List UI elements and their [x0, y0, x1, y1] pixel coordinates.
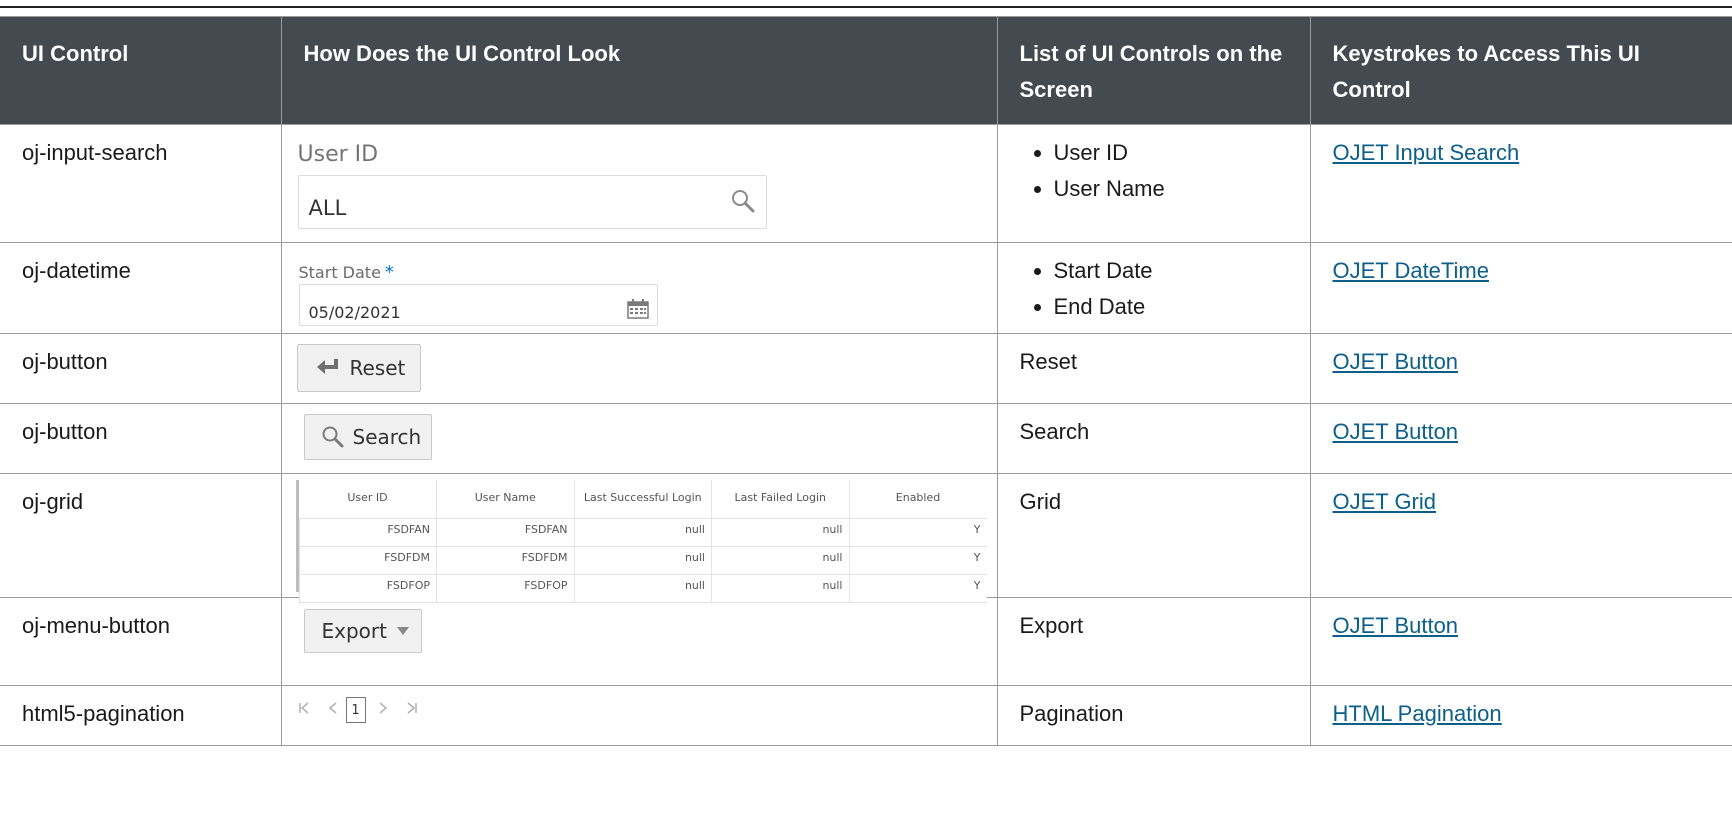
table-row: oj-button Reset Reset OJET Button	[0, 333, 1732, 404]
input-search-label: User ID	[297, 142, 379, 167]
grid-cell: null	[573, 517, 712, 547]
table-header-row: UI Control How Does the UI Control Look …	[0, 16, 1732, 125]
header-ui-control: UI Control	[0, 16, 282, 125]
grid-cell: null	[711, 517, 850, 547]
grid-column-header[interactable]: Enabled	[848, 480, 987, 519]
grid-cell: Y	[848, 545, 987, 575]
input-search-value: ALL	[308, 196, 347, 220]
preview-search-button: Search	[280, 403, 998, 474]
grid-cell: FSDFAN	[436, 517, 575, 547]
control-name: oj-menu-button	[0, 597, 282, 686]
preview-pagination: 1	[280, 685, 998, 746]
preview-input-search: User ID ALL	[280, 124, 998, 243]
reset-arrow-icon	[316, 358, 342, 378]
search-button[interactable]: Search	[303, 414, 432, 460]
table-row: oj-grid User ID User Name Last Successfu…	[0, 473, 1732, 603]
keystroke-link[interactable]: OJET Grid	[1333, 489, 1437, 514]
grid-table: User ID User Name Last Successful Login …	[298, 480, 987, 603]
controls-text: Export	[996, 597, 1311, 686]
control-name: html5-pagination	[0, 685, 282, 746]
search-button-label: Search	[352, 425, 422, 449]
keystroke-cell: OJET Grid	[1309, 473, 1732, 598]
grid-column-header[interactable]: User Name	[436, 480, 575, 519]
header-keystrokes: Keystrokes to Access This UI Control	[1309, 16, 1732, 125]
list-item: End Date	[1054, 289, 1294, 325]
control-name: oj-button	[0, 333, 282, 404]
control-name: oj-input-search	[0, 124, 282, 243]
pagination: 1	[298, 696, 418, 724]
header-controls-list: List of UI Controls on the Screen	[996, 16, 1311, 125]
grid-cell: FSDFDM	[298, 545, 437, 575]
controls-text: Reset	[996, 333, 1311, 404]
table-row: html5-pagination 1 Pagination HTML Pagin…	[0, 685, 1732, 746]
controls-text: Search	[996, 403, 1311, 474]
keystroke-link[interactable]: OJET DateTime	[1333, 258, 1489, 283]
keystroke-cell: OJET Button	[1309, 597, 1732, 686]
keystroke-link[interactable]: OJET Button	[1333, 613, 1459, 638]
datetime-value: 05/02/2021	[308, 303, 401, 322]
datetime-field[interactable]: 05/02/2021	[298, 284, 658, 326]
mini-grid[interactable]: User ID User Name Last Successful Login …	[295, 480, 989, 603]
calendar-icon[interactable]	[626, 294, 649, 330]
table-row: oj-menu-button Export Export OJET Button	[0, 597, 1732, 686]
list-item: User Name	[1054, 171, 1294, 207]
next-page-icon[interactable]	[378, 692, 388, 728]
first-page-icon[interactable]	[298, 692, 310, 728]
keystroke-link[interactable]: OJET Input Search	[1333, 140, 1520, 165]
export-button-label: Export	[321, 619, 387, 643]
required-mark: *	[384, 262, 394, 283]
keystroke-cell: OJET Input Search	[1309, 124, 1732, 243]
keystroke-cell: HTML Pagination	[1309, 685, 1732, 746]
control-name: oj-grid	[0, 473, 282, 598]
grid-cell: FSDFDM	[436, 545, 575, 575]
list-item: User ID	[1054, 135, 1294, 171]
grid-cell: FSDFAN	[298, 517, 437, 547]
grid-row[interactable]: FSDFDM FSDFDM null null Y	[298, 545, 987, 575]
keystroke-cell: OJET DateTime	[1309, 242, 1732, 334]
reset-button-label: Reset	[349, 356, 406, 380]
grid-cell: null	[711, 545, 850, 575]
input-search-field[interactable]: ALL	[297, 175, 767, 229]
preview-menu-button: Export	[280, 597, 998, 686]
caret-down-icon	[396, 626, 409, 636]
keystroke-cell: OJET Button	[1309, 403, 1732, 474]
grid-header-row: User ID User Name Last Successful Login …	[299, 480, 987, 519]
preview-grid: User ID User Name Last Successful Login …	[280, 473, 998, 603]
prev-page-icon[interactable]	[328, 692, 338, 728]
export-menu-button[interactable]: Export	[303, 609, 422, 653]
keystroke-link[interactable]: OJET Button	[1333, 349, 1459, 374]
grid-row[interactable]: FSDFAN FSDFAN null null Y	[298, 517, 987, 547]
control-name: oj-datetime	[0, 242, 282, 334]
controls-text: Pagination	[996, 685, 1311, 746]
search-icon[interactable]	[730, 188, 756, 225]
controls-list: Start Date End Date	[996, 242, 1311, 334]
keystroke-cell: OJET Button	[1309, 333, 1732, 404]
header-look: How Does the UI Control Look	[280, 16, 998, 125]
grid-column-header[interactable]: Last Failed Login	[711, 480, 850, 519]
top-rule	[0, 6, 1732, 8]
grid-cell: null	[573, 545, 712, 575]
ui-controls-table: UI Control How Does the UI Control Look …	[0, 16, 1732, 746]
controls-text: Grid	[996, 473, 1311, 598]
controls-list: User ID User Name	[996, 124, 1311, 243]
current-page[interactable]: 1	[345, 697, 366, 723]
grid-column-header[interactable]: Last Successful Login	[573, 480, 712, 519]
control-name: oj-button	[0, 403, 282, 474]
datetime-label-text: Start Date	[298, 263, 381, 282]
reset-button[interactable]: Reset	[296, 344, 421, 392]
table-row: oj-datetime Start Date * 05/02/2021 • St…	[0, 242, 1732, 334]
table-row: oj-input-search User ID ALL User ID User…	[0, 124, 1732, 243]
grid-cell: Y	[848, 517, 987, 547]
preview-reset-button: Reset	[280, 333, 998, 404]
keystroke-link[interactable]: OJET Button	[1333, 419, 1459, 444]
table-row: oj-button Search Search OJET Button	[0, 403, 1732, 474]
grid-column-header[interactable]: User ID	[299, 480, 437, 519]
list-item: Start Date	[1054, 253, 1294, 289]
search-icon	[321, 425, 345, 449]
preview-datetime: Start Date * 05/02/2021	[280, 242, 998, 334]
keystroke-link[interactable]: HTML Pagination	[1333, 701, 1502, 726]
last-page-icon[interactable]	[406, 692, 418, 728]
